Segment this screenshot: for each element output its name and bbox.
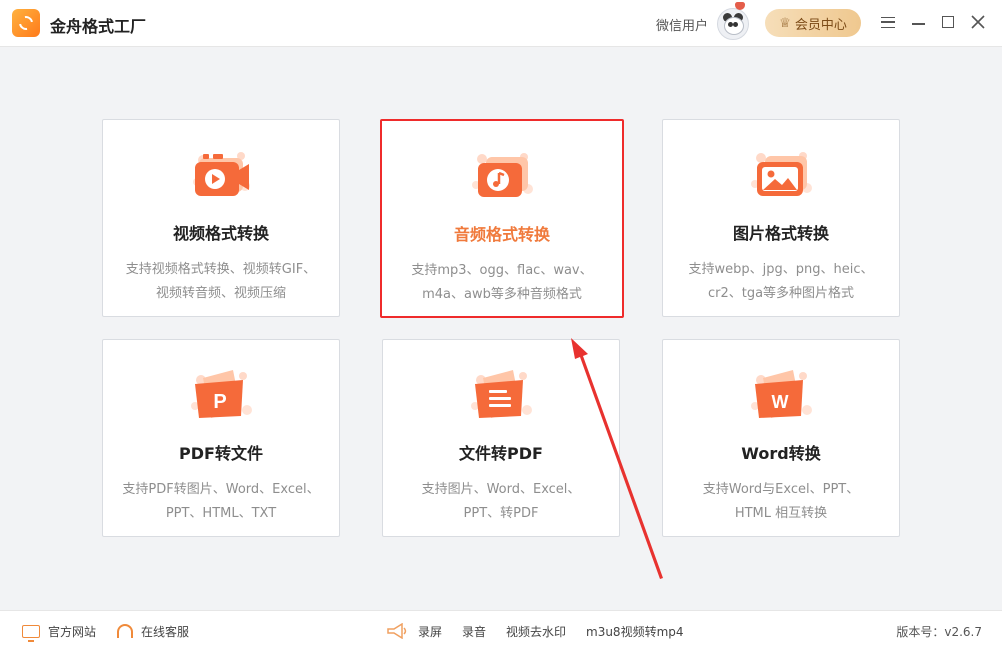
remove-watermark-link[interactable]: 视频去水印: [506, 611, 566, 650]
app-logo-icon: [12, 9, 40, 37]
close-button[interactable]: [968, 12, 988, 32]
audio-icon: [470, 147, 534, 203]
card-description: 支持webp、jpg、png、heic、 cr2、tga等多种图片格式: [688, 262, 874, 301]
avatar-hat-icon: [735, 2, 745, 10]
hamburger-icon: [881, 16, 895, 28]
card-file-to-pdf[interactable]: 文件转PDF 支持图片、Word、Excel、 PPT、转PDF: [382, 339, 620, 537]
online-service-link[interactable]: 在线客服: [117, 611, 189, 650]
pdf-icon: P: [189, 366, 253, 422]
card-title: 图片格式转换: [732, 224, 829, 243]
annotation-arrow: [571, 338, 663, 579]
word-icon: W: [749, 366, 813, 422]
image-icon: [749, 146, 813, 202]
card-description: 支持图片、Word、Excel、 PPT、转PDF: [421, 482, 581, 521]
svg-text:P: P: [213, 391, 226, 413]
megaphone-icon: [386, 611, 416, 650]
footer-bar: 官方网站 在线客服 录屏 录音 视频去水印 m3u8视频转mp4 版本号：v2.…: [0, 610, 1002, 650]
monitor-icon: [22, 624, 40, 642]
close-icon: [971, 15, 985, 29]
card-audio-convert[interactable]: 音频格式转换 支持mp3、ogg、flac、wav、 m4a、awb等多种音频格式: [380, 119, 624, 318]
audio-record-link[interactable]: 录音: [462, 611, 486, 650]
document-icon: [469, 366, 533, 422]
card-title: Word转换: [741, 444, 821, 463]
headset-icon: [117, 624, 133, 638]
card-description: 支持mp3、ogg、flac、wav、 m4a、awb等多种音频格式: [411, 263, 593, 302]
card-title: 视频格式转换: [172, 224, 269, 243]
user-name[interactable]: 微信用户: [656, 15, 708, 34]
menu-button[interactable]: [878, 12, 898, 32]
svg-text:W: W: [772, 392, 789, 412]
minimize-icon: [911, 23, 925, 25]
version-label: 版本号：v2.6.7: [896, 624, 982, 639]
crown-icon: ♕: [779, 15, 791, 31]
card-description: 支持视频格式转换、视频转GIF、 视频转音频、视频压缩: [125, 262, 317, 301]
official-website-link[interactable]: 官方网站: [22, 611, 96, 650]
maximize-button[interactable]: [938, 12, 958, 32]
card-description: 支持Word与Excel、PPT、 HTML 相互转换: [702, 482, 860, 521]
card-description: 支持PDF转图片、Word、Excel、 PPT、HTML、TXT: [122, 482, 320, 521]
screen-record-link[interactable]: 录屏: [418, 611, 442, 650]
video-icon: [189, 146, 253, 202]
card-image-convert[interactable]: 图片格式转换 支持webp、jpg、png、heic、 cr2、tga等多种图片格…: [662, 119, 900, 317]
maximize-icon: [942, 16, 954, 28]
app-title: 金舟格式工厂: [50, 17, 147, 36]
card-pdf-to-file[interactable]: P PDF转文件 支持PDF转图片、Word、Excel、 PPT、HTML、TX…: [102, 339, 340, 537]
vip-center-button[interactable]: ♕ 会员中心: [765, 9, 861, 37]
card-title: 音频格式转换: [453, 225, 550, 244]
avatar[interactable]: [717, 8, 749, 40]
card-title: PDF转文件: [179, 444, 263, 463]
card-video-convert[interactable]: 视频格式转换 支持视频格式转换、视频转GIF、 视频转音频、视频压缩: [102, 119, 340, 317]
card-word-convert[interactable]: W Word转换 支持Word与Excel、PPT、 HTML 相互转换: [662, 339, 900, 537]
minimize-button[interactable]: [908, 12, 928, 32]
vip-center-label: 会员中心: [794, 17, 847, 33]
title-bar: 金舟格式工厂 微信用户 ♕ 会员中心: [0, 0, 1002, 47]
card-title: 文件转PDF: [459, 444, 543, 463]
m3u8-to-mp4-link[interactable]: m3u8视频转mp4: [586, 611, 684, 650]
